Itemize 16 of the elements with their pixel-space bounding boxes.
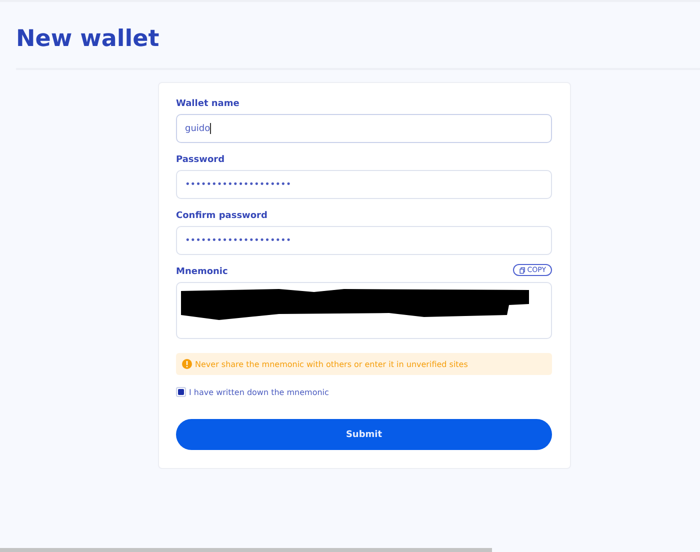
input-field[interactable]: •••••••••••••••••••• bbox=[176, 170, 552, 199]
input-field[interactable]: guido bbox=[176, 114, 552, 143]
copy-icon bbox=[519, 266, 526, 274]
mnemonic-field[interactable] bbox=[176, 282, 552, 339]
input-field[interactable]: •••••••••••••••••••• bbox=[176, 226, 552, 255]
field-label: Password bbox=[176, 155, 226, 165]
submit-button[interactable]: Submit bbox=[176, 419, 552, 450]
field-label: Mnemonic bbox=[176, 267, 228, 277]
warning-icon bbox=[182, 359, 192, 369]
page-title: New wallet bbox=[16, 25, 160, 54]
field-label: Wallet name bbox=[176, 99, 240, 109]
scrollbar[interactable] bbox=[0, 548, 492, 552]
warning-text: Never share the mnemonic with others or enter it in unverified sites bbox=[195, 360, 468, 368]
checkbox-label: I have written down the mnemonic bbox=[189, 388, 329, 396]
checkbox[interactable] bbox=[176, 387, 186, 397]
field-label: Confirm password bbox=[176, 211, 268, 221]
